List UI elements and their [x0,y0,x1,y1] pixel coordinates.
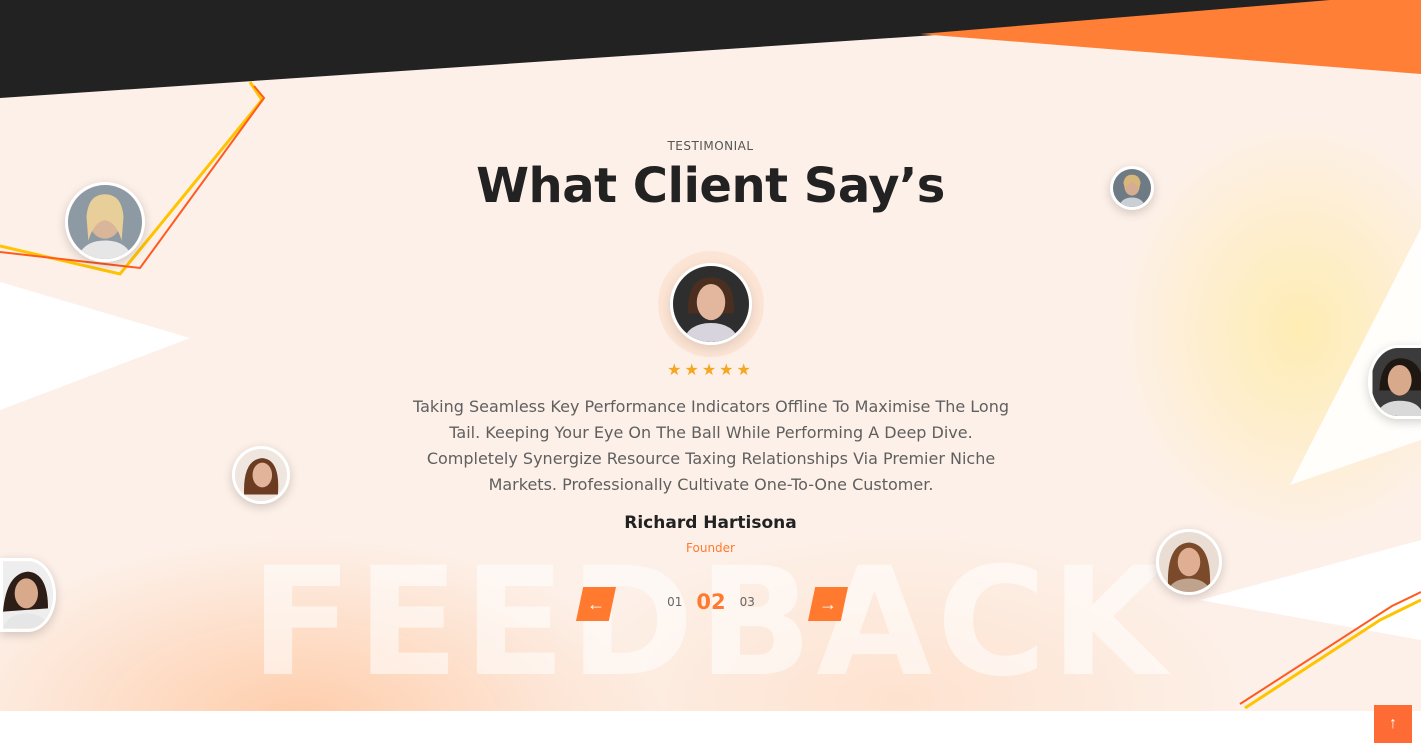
scroll-to-top-button[interactable]: ↑ [1374,705,1412,743]
slide-pager: 01 02 03 [640,590,782,614]
client-avatar [1156,529,1222,595]
client-avatar [1368,345,1421,419]
pager-item-current[interactable]: 02 [696,590,725,614]
section-eyebrow: TESTIMONIAL [667,139,754,153]
client-photo-icon [1372,348,1421,416]
client-photo-icon [673,266,749,342]
client-photo-icon [3,561,53,629]
pager-item-01[interactable]: 01 [667,595,682,609]
client-photo-icon [235,449,287,501]
client-avatar [0,558,56,632]
client-avatar [232,446,290,504]
section-title: What Client Say’s [476,158,945,214]
testimonial-avatar [670,263,752,345]
pager-item-03[interactable]: 03 [740,595,755,609]
arrow-right-icon: → [819,593,837,614]
white-left-triangle [0,282,190,410]
arrow-up-icon: ↑ [1389,715,1397,732]
client-name: Richard Hartisona [624,513,797,533]
testimonial-quote: Taking Seamless Key Performance Indicato… [412,397,1010,494]
client-role: Founder [686,541,735,555]
arrow-left-icon: ← [587,593,605,614]
star-rating-icon: ★★★★★ [667,360,754,379]
testimonial-section: FEEDBACK TESTIMONIAL What Client Say’s ★… [0,0,1421,711]
